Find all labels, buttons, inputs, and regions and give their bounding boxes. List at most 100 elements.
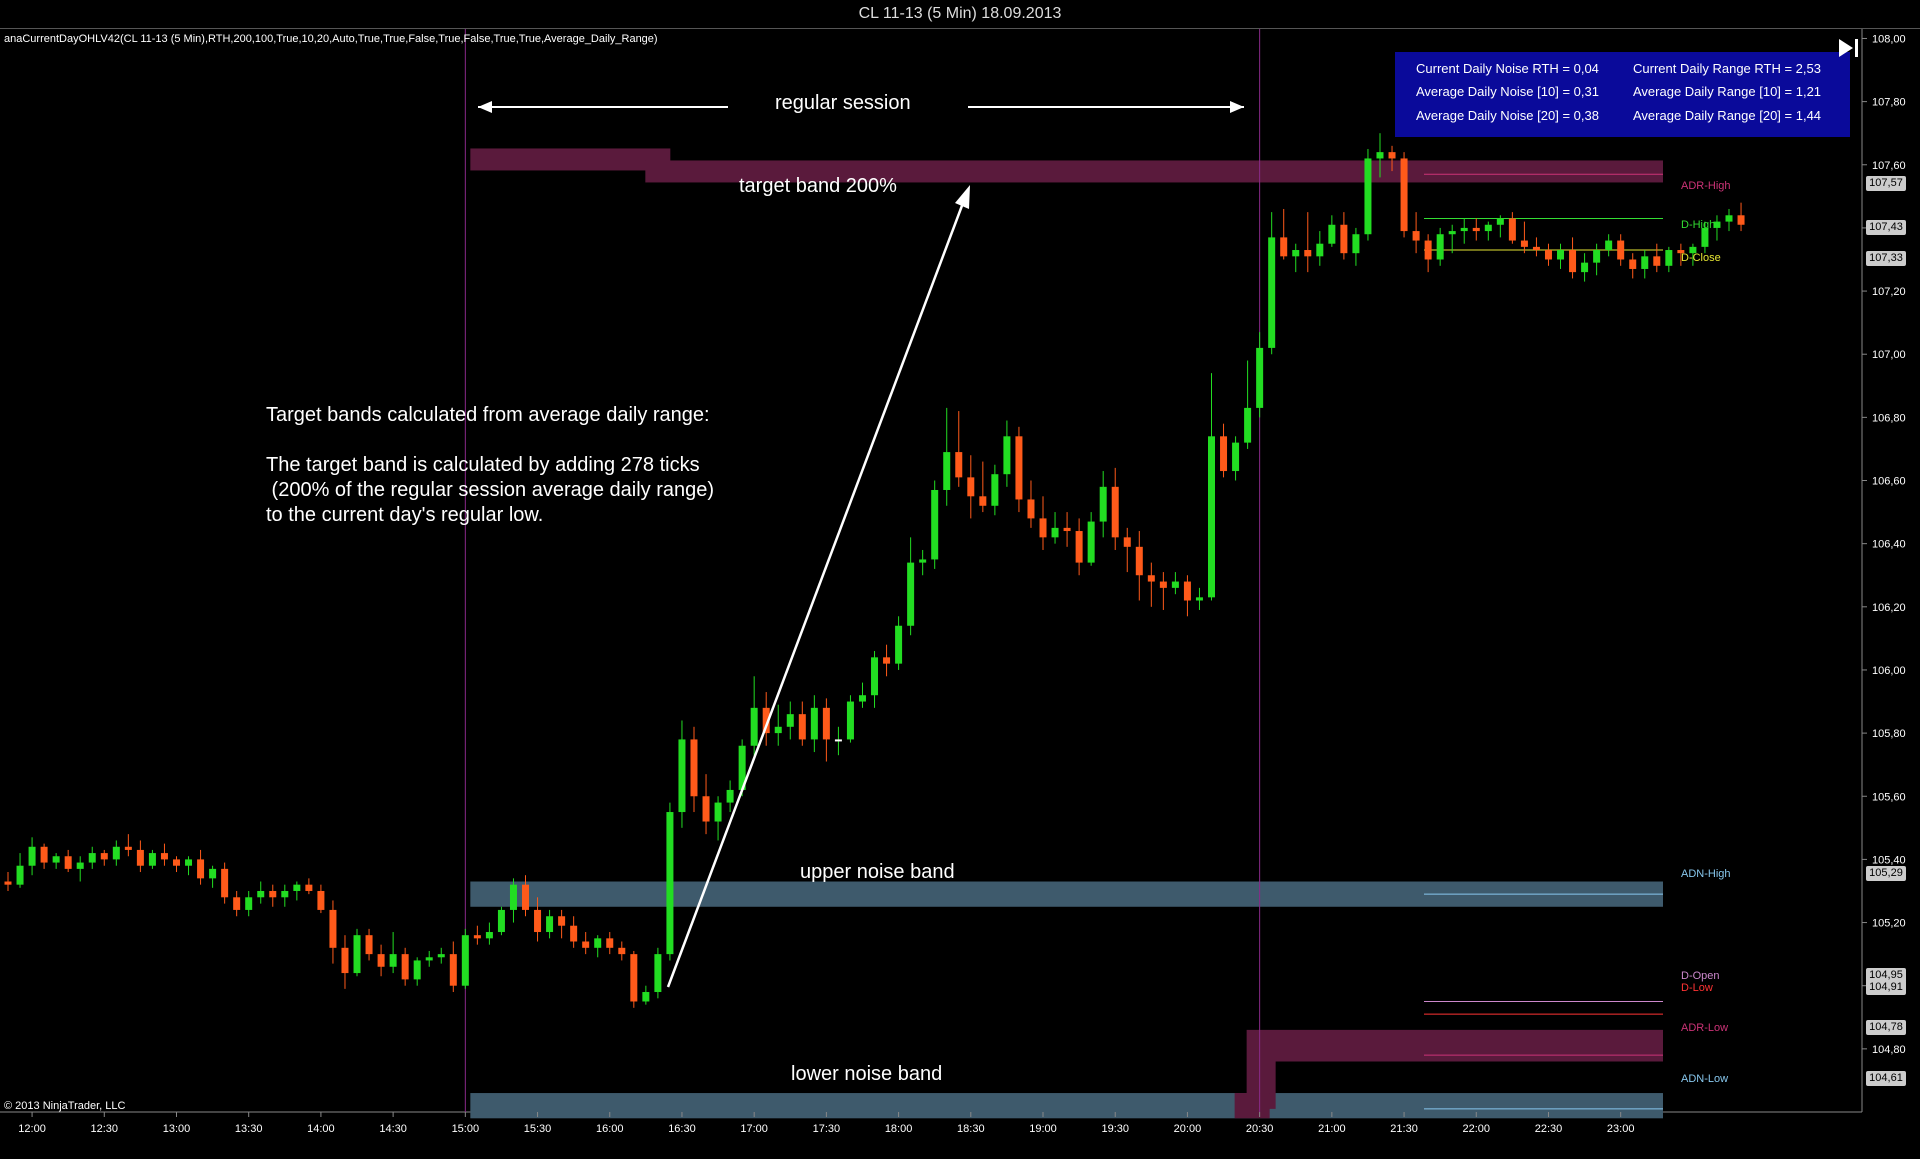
candle-body bbox=[1340, 224, 1348, 254]
candle-body bbox=[1725, 215, 1733, 222]
candle-body bbox=[1304, 250, 1312, 257]
candle-body bbox=[148, 853, 156, 866]
candle-body bbox=[1424, 240, 1432, 260]
y-tick-label: 107,60 bbox=[1872, 160, 1906, 172]
x-tick-label: 22:00 bbox=[1463, 1123, 1491, 1135]
candle bbox=[931, 480, 939, 569]
avg-daily-noise-10: Average Daily Noise [10] = 0,31 bbox=[1416, 84, 1599, 99]
candle-body bbox=[1256, 347, 1264, 408]
candle-body bbox=[209, 868, 217, 879]
candle bbox=[846, 695, 854, 743]
info-box: Current Daily Noise RTH = 0,04 Average D… bbox=[1395, 52, 1850, 137]
candle-body bbox=[606, 938, 614, 948]
y-tick-label: 105,80 bbox=[1872, 728, 1906, 740]
candle bbox=[630, 950, 638, 1008]
candle-body bbox=[1364, 158, 1372, 235]
current-daily-noise: Current Daily Noise RTH = 0,04 bbox=[1416, 61, 1599, 76]
candle-body bbox=[377, 954, 385, 967]
d-low-price-tag: 104,91 bbox=[1866, 980, 1906, 995]
x-tick-label: 23:00 bbox=[1607, 1123, 1635, 1135]
regular-session-label: regular session bbox=[775, 92, 911, 114]
candle-body bbox=[858, 695, 866, 702]
d-open-label: D-Open bbox=[1681, 970, 1720, 982]
y-tick-label: 106,60 bbox=[1872, 476, 1906, 488]
candle-body bbox=[1159, 581, 1167, 588]
candle-body bbox=[1376, 152, 1384, 159]
candle-body bbox=[160, 853, 168, 860]
candle-body bbox=[1015, 436, 1023, 500]
candle-body bbox=[979, 496, 987, 506]
avg-daily-range-10: Average Daily Range [10] = 1,21 bbox=[1633, 84, 1822, 99]
candle-body bbox=[1388, 152, 1396, 159]
candle-body bbox=[1520, 240, 1528, 247]
candle-body bbox=[473, 935, 481, 939]
x-tick-label: 14:30 bbox=[379, 1123, 407, 1135]
candle-body bbox=[1135, 546, 1143, 576]
x-tick-label: 18:00 bbox=[885, 1123, 913, 1135]
candle-body bbox=[112, 846, 120, 860]
candle-body bbox=[233, 897, 241, 910]
candle-body bbox=[774, 726, 782, 734]
adn-low-label: ADN-Low bbox=[1681, 1073, 1729, 1085]
candle-body bbox=[1617, 240, 1625, 260]
y-tick-label: 106,80 bbox=[1872, 412, 1906, 424]
candle-body bbox=[437, 954, 445, 958]
x-tick-label: 19:00 bbox=[1029, 1123, 1057, 1135]
candle-body bbox=[883, 657, 891, 664]
candle-body bbox=[558, 916, 566, 926]
candle-body bbox=[1195, 597, 1203, 601]
candle-body bbox=[1208, 436, 1215, 598]
candle-body bbox=[967, 477, 975, 497]
candle-body bbox=[690, 739, 698, 797]
candle-body bbox=[293, 884, 301, 891]
candle-body bbox=[582, 941, 590, 948]
candle-body bbox=[955, 452, 963, 478]
candle-body bbox=[172, 859, 180, 866]
candle-body bbox=[1075, 531, 1083, 563]
candle-body bbox=[1171, 581, 1179, 588]
d-low-label: D-Low bbox=[1681, 982, 1713, 994]
candle-body bbox=[943, 452, 951, 490]
candle-body bbox=[497, 909, 505, 933]
candle-body bbox=[1244, 407, 1252, 443]
candle-body bbox=[16, 865, 24, 885]
candle-body bbox=[221, 868, 229, 898]
candle-body bbox=[329, 909, 337, 948]
current-daily-range: Current Daily Range RTH = 2,53 bbox=[1633, 61, 1821, 76]
candle-body bbox=[100, 853, 108, 860]
window-title: CL 11-13 (5 Min) 18.09.2013 bbox=[0, 0, 1920, 29]
y-tick-label: 105,60 bbox=[1872, 791, 1906, 803]
x-tick-label: 20:00 bbox=[1174, 1123, 1202, 1135]
candle-body bbox=[570, 925, 578, 942]
x-tick-label: 14:00 bbox=[307, 1123, 335, 1135]
indicator-label: anaCurrentDayOHLV42(CL 11-13 (5 Min),RTH… bbox=[4, 33, 658, 45]
y-tick-label: 106,00 bbox=[1872, 665, 1906, 677]
candle-body bbox=[810, 707, 818, 740]
candle-body bbox=[1220, 436, 1228, 472]
candle-body bbox=[1544, 250, 1552, 260]
candle-body bbox=[546, 916, 554, 933]
adn-low-price-tag: 104,61 bbox=[1866, 1071, 1906, 1086]
candle-body bbox=[630, 954, 638, 1002]
candle-body bbox=[1400, 158, 1408, 232]
d-high-label: D-High bbox=[1681, 219, 1716, 231]
candle-body bbox=[1147, 575, 1155, 582]
candle-body bbox=[618, 947, 626, 955]
candle-body bbox=[1436, 234, 1444, 260]
x-tick-label: 15:00 bbox=[452, 1123, 480, 1135]
x-tick-label: 22:30 bbox=[1535, 1123, 1563, 1135]
adr-low-label: ADR-Low bbox=[1681, 1022, 1729, 1034]
candlestick-chart: 104,80105,00105,20105,40105,60105,80106,… bbox=[0, 29, 1920, 1159]
candle-body bbox=[1472, 227, 1480, 232]
candle-body bbox=[1629, 259, 1637, 269]
adn-high-label: ADN-High bbox=[1681, 868, 1731, 880]
play-to-end-icon[interactable] bbox=[1836, 36, 1860, 60]
candle-body bbox=[88, 853, 96, 863]
candle-body bbox=[401, 954, 409, 980]
candle-body bbox=[798, 714, 806, 740]
candle-body bbox=[834, 739, 842, 742]
candle-body bbox=[1508, 218, 1516, 241]
x-tick-label: 16:00 bbox=[596, 1123, 624, 1135]
candle-body bbox=[124, 846, 132, 850]
adr-low-price-tag: 104,78 bbox=[1866, 1020, 1906, 1035]
